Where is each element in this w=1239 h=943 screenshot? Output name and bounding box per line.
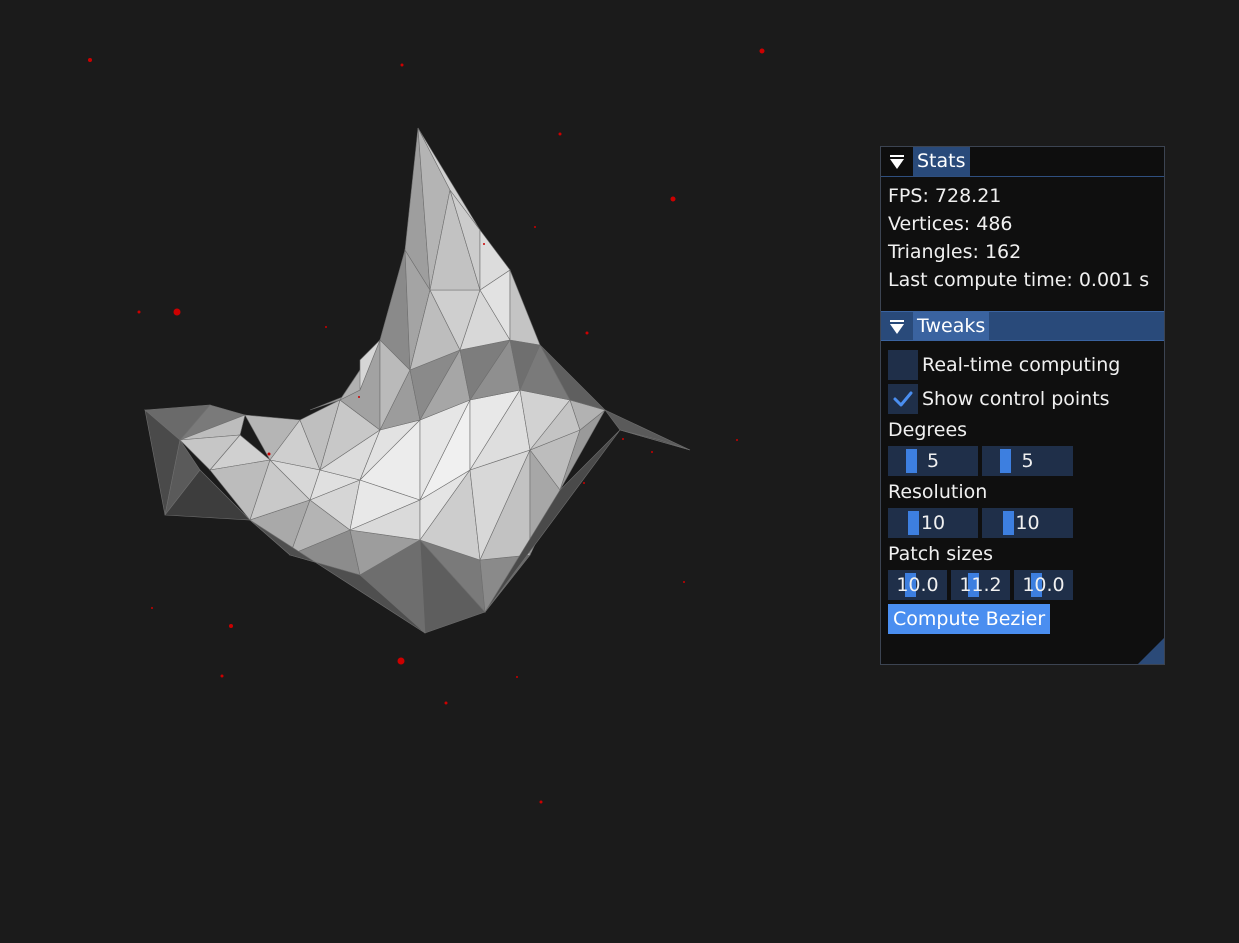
degree-v-slider[interactable]: 5 bbox=[982, 446, 1073, 476]
patch-size-z-value: 10.0 bbox=[1022, 574, 1065, 596]
degree-u-slider[interactable]: 5 bbox=[888, 446, 978, 476]
fps-readout: FPS: 728.21 bbox=[888, 185, 1002, 207]
realtime-label: Real-time computing bbox=[922, 354, 1121, 376]
patch-size-y-slider[interactable]: 11.2 bbox=[951, 570, 1010, 600]
checkmark-icon bbox=[893, 391, 913, 407]
compute-time-readout: Last compute time: 0.001 s bbox=[888, 269, 1150, 291]
resolution-u-value: 10 bbox=[920, 512, 946, 534]
vertices-readout: Vertices: 486 bbox=[888, 213, 1013, 235]
degree-u-value: 5 bbox=[926, 450, 940, 472]
resolution-v-slider[interactable]: 10 bbox=[982, 508, 1073, 538]
resize-grip-icon[interactable] bbox=[1138, 638, 1164, 664]
control-points-label: Show control points bbox=[922, 388, 1110, 410]
collapse-stats-button[interactable] bbox=[883, 149, 911, 175]
patch-size-y-value: 11.2 bbox=[959, 574, 1002, 596]
patch-size-x-value: 10.0 bbox=[896, 574, 939, 596]
degree-v-value: 5 bbox=[1021, 450, 1034, 472]
tweaks-title: Tweaks bbox=[913, 312, 990, 341]
collapse-triangle-icon bbox=[890, 155, 904, 169]
resolution-v-value: 10 bbox=[1015, 512, 1040, 534]
realtime-checkbox[interactable] bbox=[888, 350, 918, 380]
patch-sizes-label: Patch sizes bbox=[888, 543, 993, 565]
patch-size-z-slider[interactable]: 10.0 bbox=[1014, 570, 1073, 600]
patch-size-x-slider[interactable]: 10.0 bbox=[888, 570, 947, 600]
triangles-readout: Triangles: 162 bbox=[888, 241, 1022, 263]
degrees-label: Degrees bbox=[888, 419, 968, 441]
resolution-u-slider[interactable]: 10 bbox=[888, 508, 978, 538]
stats-title: Stats bbox=[913, 147, 970, 176]
stats-header[interactable]: Stats bbox=[881, 147, 1164, 177]
collapse-triangle-icon bbox=[890, 320, 904, 334]
realtime-checkbox-row[interactable]: Real-time computing bbox=[888, 350, 1120, 380]
control-panel: Stats FPS: 728.21 Vertices: 486 Triangle… bbox=[880, 146, 1165, 665]
collapse-tweaks-button[interactable] bbox=[883, 314, 911, 340]
resolution-label: Resolution bbox=[888, 481, 988, 503]
control-points-checkbox[interactable] bbox=[888, 384, 918, 414]
tweaks-header[interactable]: Tweaks bbox=[881, 311, 1164, 341]
compute-bezier-button[interactable]: Compute Bezier bbox=[888, 604, 1051, 634]
control-points-checkbox-row[interactable]: Show control points bbox=[888, 384, 1110, 414]
